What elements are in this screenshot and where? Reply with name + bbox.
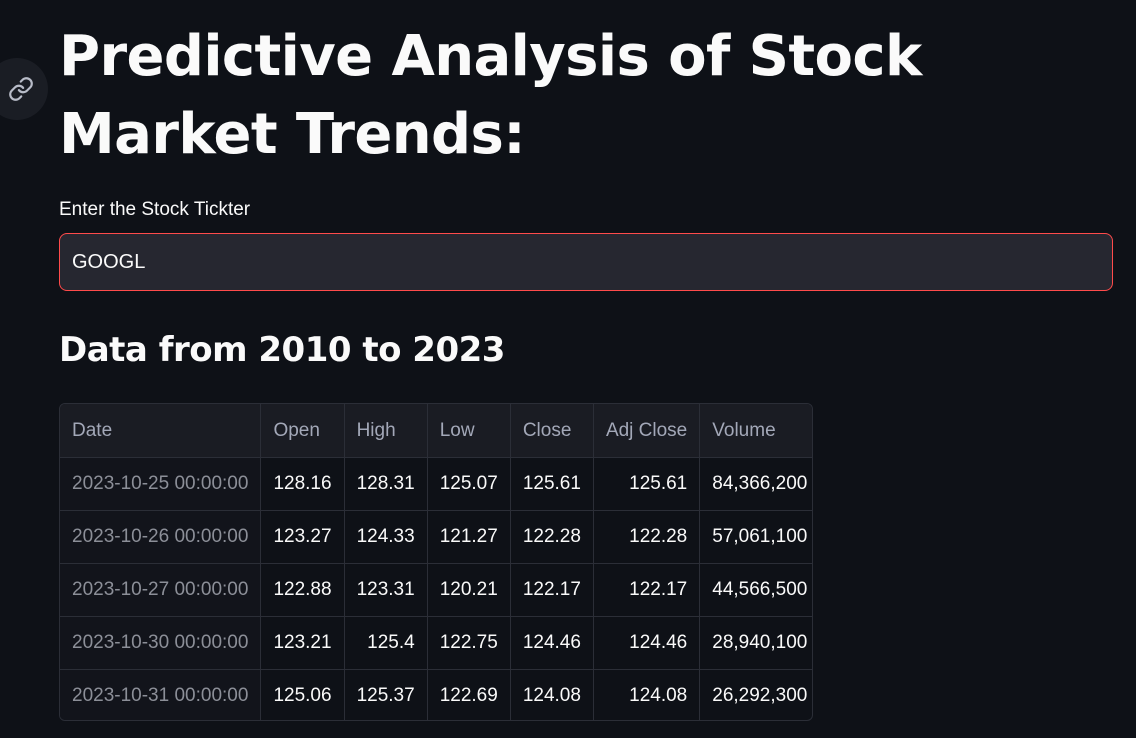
high-cell[interactable]: 125.4	[344, 616, 428, 670]
close-cell[interactable]: 125.61	[510, 457, 594, 511]
low-cell[interactable]: 122.75	[427, 616, 511, 670]
low-cell[interactable]: 121.27	[427, 510, 511, 564]
adj-close-cell[interactable]: 122.28	[593, 510, 701, 564]
data-section-heading: Data from 2010 to 2023	[59, 330, 505, 370]
adj-close-cell[interactable]: 124.46	[593, 616, 701, 670]
open-cell[interactable]: 122.88	[260, 563, 345, 617]
volume-cell[interactable]: 84,366,200	[699, 457, 812, 511]
volume-cell[interactable]: 26,292,300	[700, 670, 812, 721]
open-cell[interactable]: 123.27	[260, 510, 345, 564]
table-row: 2023-10-25 00:00:00 128.16 128.31 125.07…	[60, 457, 812, 511]
column-header-high[interactable]: High	[344, 404, 428, 458]
date-cell[interactable]: 2023-10-25 00:00:00	[60, 457, 262, 511]
high-cell[interactable]: 123.31	[344, 563, 428, 617]
open-cell[interactable]: 125.06	[260, 669, 345, 720]
link-anchor-button[interactable]	[0, 58, 48, 120]
high-cell[interactable]: 125.37	[344, 669, 428, 720]
ticker-input[interactable]	[59, 233, 1113, 291]
app-page: Predictive Analysis of Stock Market Tren…	[0, 0, 1136, 738]
open-cell[interactable]: 128.16	[260, 457, 345, 511]
close-cell[interactable]: 122.17	[510, 563, 594, 617]
adj-close-cell[interactable]: 124.08	[593, 669, 701, 720]
high-cell[interactable]: 124.33	[344, 510, 428, 564]
table-row: 2023-10-27 00:00:00 122.88 123.31 120.21…	[60, 563, 812, 617]
volume-cell[interactable]: 28,940,100	[699, 616, 812, 670]
table-row: 2023-10-26 00:00:00 123.27 124.33 121.27…	[60, 510, 812, 564]
close-cell[interactable]: 124.46	[510, 616, 594, 670]
column-header-open[interactable]: Open	[260, 404, 345, 458]
date-cell[interactable]: 2023-10-26 00:00:00	[60, 510, 262, 564]
high-cell[interactable]: 128.31	[344, 457, 428, 511]
volume-cell[interactable]: 57,061,100	[699, 510, 812, 564]
column-header-volume[interactable]: Volume	[699, 404, 812, 458]
adj-close-cell[interactable]: 125.61	[593, 457, 701, 511]
column-header-low[interactable]: Low	[427, 404, 511, 458]
ticker-input-label: Enter the Stock Tickter	[59, 199, 251, 220]
open-cell[interactable]: 123.21	[260, 616, 345, 670]
close-cell[interactable]: 122.28	[510, 510, 594, 564]
table-row: 2023-10-30 00:00:00 123.21 125.4 122.75 …	[60, 616, 812, 670]
close-cell[interactable]: 124.08	[510, 669, 594, 720]
low-cell[interactable]: 125.07	[427, 457, 511, 511]
link-icon	[9, 77, 33, 101]
adj-close-cell[interactable]: 122.17	[593, 563, 701, 617]
date-cell[interactable]: 2023-10-30 00:00:00	[60, 616, 262, 670]
page-title: Predictive Analysis of Stock Market Tren…	[59, 24, 922, 167]
low-cell[interactable]: 120.21	[427, 563, 511, 617]
table-header-row: Date Open High Low Close Adj Close Volum…	[60, 404, 812, 458]
table-row: 2023-10-31 00:00:00 125.06 125.37 122.69…	[60, 669, 812, 721]
date-cell[interactable]: 2023-10-27 00:00:00	[60, 563, 262, 617]
low-cell[interactable]: 122.69	[427, 669, 511, 720]
stock-data-table[interactable]: Date Open High Low Close Adj Close Volum…	[59, 403, 813, 721]
volume-cell[interactable]: 44,566,500	[699, 563, 812, 617]
column-header-adj-close[interactable]: Adj Close	[593, 404, 701, 458]
date-cell[interactable]: 2023-10-31 00:00:00	[60, 669, 262, 720]
column-header-close[interactable]: Close	[510, 404, 594, 458]
column-header-date[interactable]: Date	[60, 404, 262, 458]
